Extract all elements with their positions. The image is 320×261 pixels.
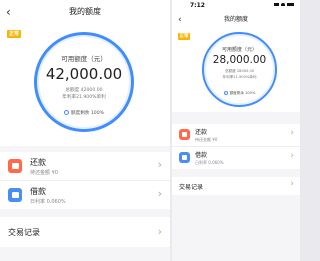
back-icon[interactable]: ‹ [178,12,182,28]
status-time: 7:12 [190,2,205,9]
right-header: ‹ 我的额度 [172,12,300,28]
repay-row[interactable]: 还款 待还金额 ¥0 › [0,152,170,180]
available-label: 可用额度（元） [221,47,257,53]
total-limit: 总额度 28000.00 [224,69,255,73]
page-title: 我的额度 [223,16,248,23]
remaining-indicator: 额度剩余 100% [64,110,104,116]
repay-subtitle: 待还金额 ¥0 [30,170,58,176]
left-screen: ‹ 我的额度 正常 可用额度（元） 42,000.00 总额度 42000.00… [0,0,170,261]
wifi-icon [281,3,285,6]
check-circle-icon [223,91,228,95]
borrow-row[interactable]: 借款 日利率 0.060% › [172,147,300,169]
chevron-right-icon: › [157,225,162,238]
battery-icon [287,3,294,6]
available-amount: 42,000.00 [45,65,123,83]
borrow-row[interactable]: 借款 日利率 0.060% › [0,181,170,209]
repay-icon [179,129,190,140]
borrow-icon [8,188,22,202]
status-badge: 正常 [7,30,21,38]
records-row[interactable]: 交易记录 › [172,177,300,195]
status-badge: 正常 [178,33,190,40]
chevron-right-icon: › [290,128,294,138]
borrow-title: 借款 [195,152,208,159]
borrow-title: 借款 [30,187,46,196]
available-amount: 28,000.00 [212,54,267,66]
available-label: 可用额度（元） [61,55,107,63]
repay-title: 还款 [195,129,208,136]
page-title: 我的额度 [69,7,101,16]
records-title: 交易记录 [179,184,204,191]
records-title: 交易记录 [8,228,40,237]
records-row[interactable]: 交易记录 › [0,217,170,247]
total-limit: 总额度 42000.00 [65,88,103,93]
remaining-label: 额度剩余 100% [71,110,104,116]
borrow-icon [179,152,190,163]
repay-title: 还款 [30,158,46,167]
chevron-right-icon: › [290,179,294,189]
remaining-indicator: 额度剩余 100% [223,90,256,96]
borrow-subtitle: 日利率 0.060% [195,160,224,165]
chevron-right-icon: › [157,158,162,171]
annual-rate: 年利率21.900%单利 [222,75,257,79]
annual-rate: 年利率21.900%单利 [62,95,106,100]
repay-row[interactable]: 还款 待还金额 ¥0 › [172,124,300,146]
back-icon[interactable]: ‹ [6,0,11,24]
signal-icon [274,3,279,6]
check-circle-icon [64,110,70,115]
credit-card-panel: 正常 可用额度（元） 42,000.00 总额度 42000.00 年利率21.… [0,24,170,146]
repay-icon [8,159,22,173]
credit-ring: 可用额度（元） 42,000.00 总额度 42000.00 年利率21.900… [34,32,134,132]
chevron-right-icon: › [290,151,294,161]
status-bar: 7:12 [172,0,300,12]
right-screen: 7:12 ‹ 我的额度 正常 可用额度（元） 28,000.00 总额度 280… [172,0,300,261]
chevron-right-icon: › [157,187,162,200]
remaining-label: 额度剩余 100% [229,90,256,95]
borrow-subtitle: 日利率 0.060% [30,199,66,205]
repay-subtitle: 待还金额 ¥0 [195,137,218,142]
left-header: ‹ 我的额度 [0,0,170,24]
status-icons [274,3,294,6]
credit-card-panel: 正常 可用额度（元） 28,000.00 总额度 28000.00 年利率21.… [172,28,300,112]
credit-ring: 可用额度（元） 28,000.00 总额度 28000.00 年利率21.900… [202,32,277,107]
